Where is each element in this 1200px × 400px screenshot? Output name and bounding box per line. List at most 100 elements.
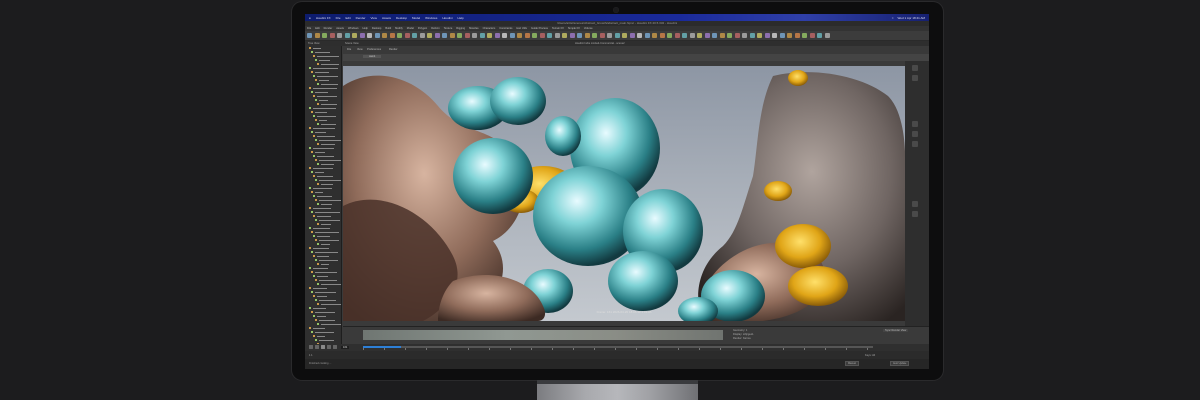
camera-select[interactable]: cam1 <box>363 55 382 58</box>
shelf-tool-icon[interactable] <box>772 33 777 38</box>
app-menu-item[interactable]: Guide Process <box>531 27 548 30</box>
shelf-tool-icon[interactable] <box>637 33 642 38</box>
camera-lock-icon[interactable] <box>912 121 918 127</box>
app-menu-item[interactable]: Deform <box>431 27 440 30</box>
shelf-tool-icon[interactable] <box>682 33 687 38</box>
play-icon[interactable] <box>321 345 325 349</box>
menu-help[interactable]: Help <box>458 16 464 20</box>
shelf-tool-icon[interactable] <box>592 33 597 38</box>
shelf-tool-icon[interactable] <box>562 33 567 38</box>
shelf-tool-icon[interactable] <box>434 33 440 38</box>
shelf-tool-icon[interactable] <box>697 33 702 38</box>
app-menu-item[interactable]: Desktop <box>372 27 382 30</box>
vp-menu-render[interactable]: Render <box>389 48 398 51</box>
step-back-icon[interactable] <box>315 345 319 349</box>
shelf-tool-icon[interactable] <box>689 33 695 38</box>
app-menu-item[interactable]: Terrain FX <box>552 27 564 30</box>
shelf-tool-icon[interactable] <box>502 33 507 38</box>
app-menu-item[interactable]: Help <box>363 27 368 30</box>
shelf-tool-icon[interactable] <box>794 33 800 38</box>
shelf-tool-icon[interactable] <box>644 33 650 38</box>
app-menu-item[interactable]: Constraints <box>499 27 512 30</box>
shelf-tool-icon[interactable] <box>344 33 350 38</box>
shelf-tool-icon[interactable] <box>509 33 515 38</box>
clock[interactable]: Wed 1 Apr 18:41 AM <box>898 16 925 20</box>
menu-desktop[interactable]: Desktop <box>396 16 407 20</box>
keys-select[interactable]: Keys: All <box>865 354 875 357</box>
menu-view[interactable]: View <box>371 16 377 20</box>
shelf-tool-icon[interactable] <box>442 33 447 38</box>
app-menu-item[interactable]: Edit <box>315 27 319 30</box>
shelf-tool-icon[interactable] <box>337 33 342 38</box>
shelf-tool-icon[interactable] <box>824 33 830 38</box>
shelf-tool-icon[interactable] <box>449 33 455 38</box>
shelf-tool-icon[interactable] <box>809 33 815 38</box>
shelf-tool-icon[interactable] <box>614 33 620 38</box>
shelf-tool-icon[interactable] <box>479 33 485 38</box>
app-menu-item[interactable]: Rigging <box>456 27 465 30</box>
shelf-tool-icon[interactable] <box>494 33 500 38</box>
shelf-tool-icon[interactable] <box>389 33 395 38</box>
shelf-tool-icon[interactable] <box>712 33 717 38</box>
shelf-tool-icon[interactable] <box>584 33 590 38</box>
frame-field[interactable]: 161 <box>341 345 350 349</box>
app-menu-item[interactable]: Windows <box>348 27 359 30</box>
shelf-tool-icon[interactable] <box>719 33 725 38</box>
app-menu-item[interactable]: Simple FX <box>568 27 580 30</box>
shelf-tool-icon[interactable] <box>674 33 680 38</box>
light-icon[interactable] <box>912 131 918 137</box>
shelf-tool-icon[interactable] <box>704 33 710 38</box>
shelf-tool-icon[interactable] <box>652 33 657 38</box>
sync-render-button[interactable]: Sync Render View <box>883 329 909 332</box>
shelf-tool-icon[interactable] <box>532 33 537 38</box>
shelf-tool-icon[interactable] <box>802 33 807 38</box>
shelf-tool-icon[interactable] <box>787 33 792 38</box>
shelf-tool-icon[interactable] <box>779 33 785 38</box>
manual-button[interactable]: Manual <box>845 361 859 366</box>
vp-menu-view[interactable]: View <box>357 48 363 51</box>
jump-end-icon[interactable] <box>333 345 337 349</box>
shelf-tool-icon[interactable] <box>547 33 552 38</box>
shelf-tool-icon[interactable] <box>412 33 417 38</box>
app-menu-item[interactable]: Build <box>385 27 391 30</box>
render-viewport[interactable]: Frame: 161 2026-03-26 18:05:33 1:31:05 <box>343 66 905 321</box>
app-menu-item[interactable]: Model <box>407 27 414 30</box>
snapshot-strip[interactable] <box>363 330 723 340</box>
jump-start-icon[interactable] <box>309 345 313 349</box>
shelf-tool-icon[interactable] <box>307 33 312 38</box>
shelf-tool-icon[interactable] <box>517 33 522 38</box>
shelf-tool-icon[interactable] <box>599 33 605 38</box>
shelf-tool-icon[interactable] <box>367 33 372 38</box>
shelf-tool-icon[interactable] <box>359 33 365 38</box>
shelf-tool-icon[interactable] <box>397 33 402 38</box>
shelf-tool-icon[interactable] <box>742 33 747 38</box>
app-menu-item[interactable]: Render <box>324 27 333 30</box>
shelf-tool-icon[interactable] <box>427 33 432 38</box>
shelf-tool-icon[interactable] <box>314 33 320 38</box>
snapshot-icon[interactable] <box>912 75 918 81</box>
menu-edit[interactable]: Edit <box>346 16 351 20</box>
app-menu-item[interactable]: Polygon <box>418 27 427 30</box>
step-forward-icon[interactable] <box>327 345 331 349</box>
app-menu-item[interactable]: Modify <box>395 27 403 30</box>
shelf-tool-icon[interactable] <box>352 33 357 38</box>
tab-tree-view[interactable]: Tree View <box>308 42 320 45</box>
shelf-tool-icon[interactable] <box>569 33 575 38</box>
app-menu-item[interactable]: File <box>307 27 311 30</box>
shelf-tool-icon[interactable] <box>764 33 770 38</box>
shelf-tool-icon[interactable] <box>487 33 492 38</box>
shelf-tool-icon[interactable] <box>539 33 545 38</box>
app-menu-item[interactable]: Hair Utils <box>516 27 527 30</box>
shelf-tool-icon[interactable] <box>607 33 612 38</box>
app-menu-item[interactable]: Texture <box>444 27 453 30</box>
menu-assets[interactable]: Assets <box>382 16 391 20</box>
shelf-tool-icon[interactable] <box>374 33 380 38</box>
app-menu-item[interactable]: Characters <box>483 27 496 30</box>
shelf-tool-icon[interactable] <box>667 33 672 38</box>
shelf-tool-icon[interactable] <box>659 33 665 38</box>
app-menu-item[interactable]: Muscles <box>469 27 479 30</box>
shelf-tool-icon[interactable] <box>464 33 470 38</box>
display-options-icon[interactable] <box>912 65 918 71</box>
menu-houdini[interactable]: Houdini <box>442 16 452 20</box>
shelf-tool-icon[interactable] <box>382 33 387 38</box>
